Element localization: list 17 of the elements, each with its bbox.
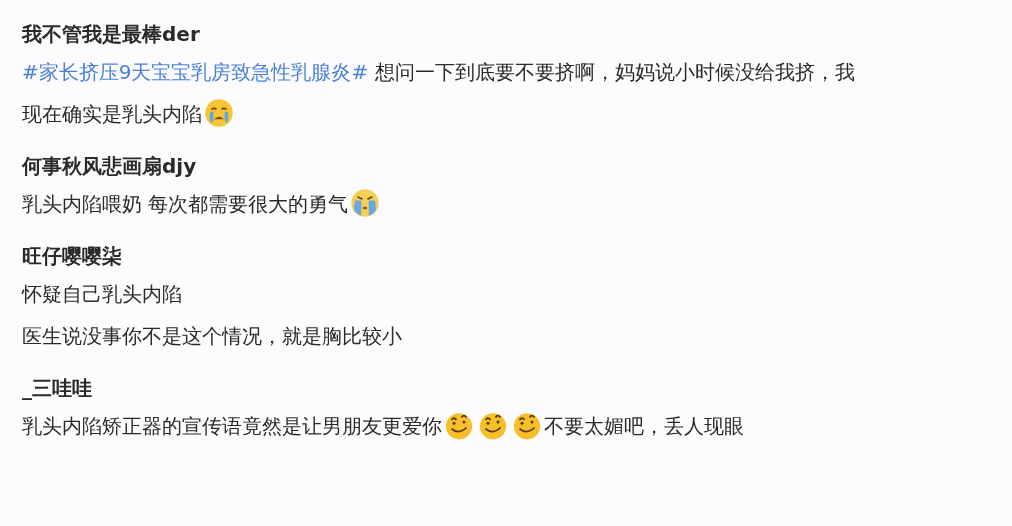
comment-text: 不要太媚吧，丢人现眼	[544, 414, 744, 438]
comment-text: 现在确实是乳头内陷	[22, 102, 202, 126]
comment-text: 乳头内陷喂奶 每次都需要很大的勇气	[22, 192, 349, 216]
username[interactable]: 何事秋风悲画扇djy	[22, 152, 197, 180]
comment-text: 乳头内陷矫正器的宣传语竟然是让男朋友更爱你	[22, 414, 442, 438]
username[interactable]: 旺仔嘤嘤柒	[22, 242, 122, 270]
comment-text: 医生说没事你不是这个情况，就是胸比较小	[22, 324, 402, 348]
username[interactable]: _三哇哇	[22, 374, 92, 402]
comment-text: 想问一下到底要不要挤啊，妈妈说小时候没给我挤，我	[373, 60, 855, 84]
comment-text: 怀疑自己乳头内陷	[22, 282, 182, 306]
hashtag-link[interactable]: #家长挤压9天宝宝乳房致急性乳腺炎#	[22, 60, 369, 84]
smirking-face-icon	[478, 410, 508, 440]
sobbing-face-icon	[350, 188, 381, 218]
crying-face-icon	[204, 98, 234, 128]
smirking-face-icon	[444, 410, 474, 440]
smirking-face-icon	[512, 410, 542, 440]
username[interactable]: 我不管我是最棒der	[22, 20, 200, 48]
